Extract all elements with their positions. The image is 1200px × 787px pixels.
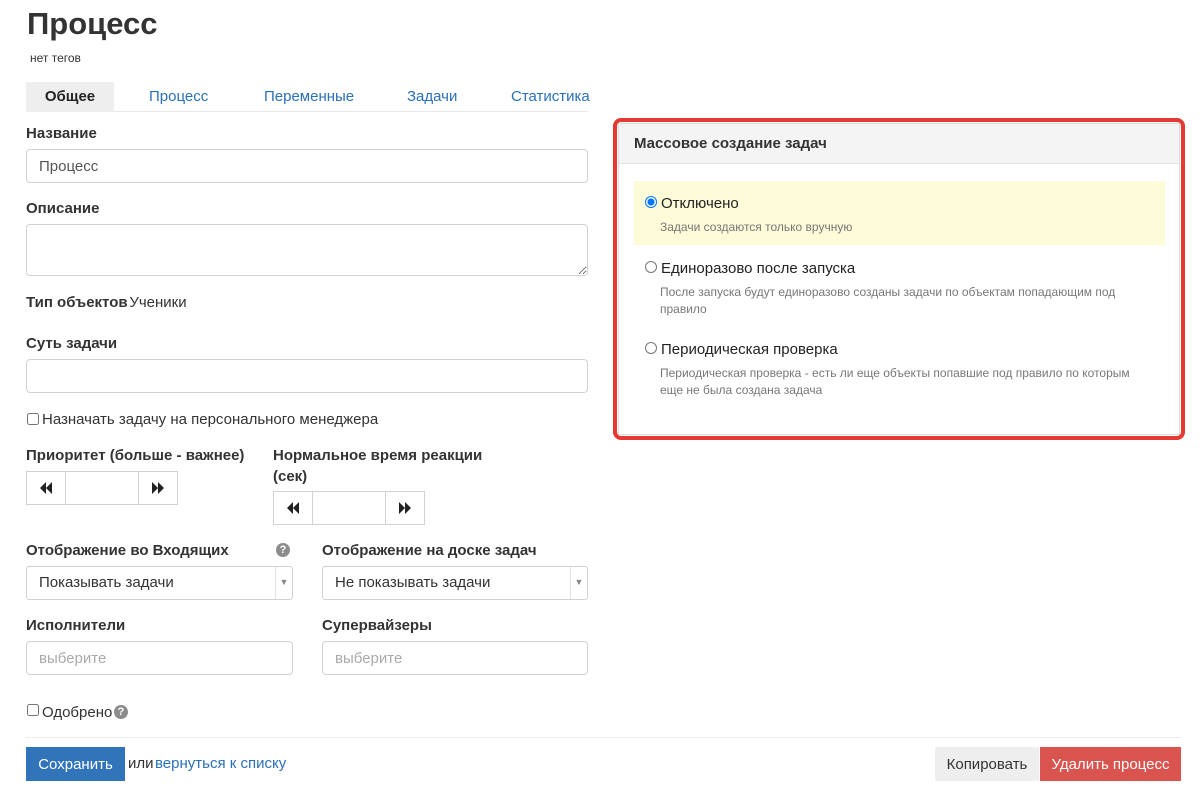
reaction-time-value[interactable] bbox=[312, 492, 386, 524]
tags-text: нет тегов bbox=[30, 51, 81, 65]
inbox-display-select[interactable]: Показывать задачи ▼ bbox=[26, 566, 293, 600]
save-button[interactable]: Сохранить bbox=[26, 747, 125, 781]
priority-decrease-button[interactable] bbox=[27, 472, 65, 504]
back-to-list-link[interactable]: вернуться к списку bbox=[155, 755, 286, 772]
tab-statistics[interactable]: Статистика bbox=[511, 82, 590, 112]
reaction-time-unit-label: (сек) bbox=[273, 468, 308, 485]
delete-process-button[interactable]: Удалить процесс bbox=[1040, 747, 1181, 781]
fast-forward-icon bbox=[152, 482, 164, 494]
help-icon[interactable]: ? bbox=[276, 543, 290, 557]
board-display-select[interactable]: Не показывать задачи ▼ bbox=[322, 566, 588, 600]
executors-input[interactable] bbox=[26, 641, 293, 675]
tab-tasks[interactable]: Задачи bbox=[407, 82, 457, 112]
reaction-time-label: Нормальное время реакции bbox=[273, 447, 483, 464]
caret-down-icon: ▼ bbox=[570, 567, 587, 599]
object-type-value: : Ученики bbox=[121, 294, 187, 311]
name-input[interactable] bbox=[26, 149, 588, 183]
inbox-display-label: Отображение во Входящих bbox=[26, 542, 229, 559]
priority-stepper[interactable] bbox=[26, 471, 178, 505]
priority-increase-button[interactable] bbox=[139, 472, 177, 504]
reaction-time-stepper[interactable] bbox=[273, 491, 425, 525]
approved-label: Одобрено bbox=[42, 704, 113, 721]
copy-button[interactable]: Копировать bbox=[935, 747, 1039, 781]
tab-process[interactable]: Процесс bbox=[149, 82, 208, 112]
name-label: Название bbox=[26, 125, 97, 142]
divider bbox=[26, 737, 1181, 738]
description-label: Описание bbox=[26, 200, 100, 217]
rewind-icon bbox=[287, 502, 299, 514]
executors-label: Исполнители bbox=[26, 617, 126, 634]
task-essence-input[interactable] bbox=[26, 359, 588, 393]
tab-general[interactable]: Общее bbox=[26, 82, 114, 112]
page-title: Процесс bbox=[27, 6, 158, 41]
or-text: или bbox=[128, 755, 154, 772]
supervisors-label: Супервайзеры bbox=[322, 617, 432, 634]
assign-manager-label: Назначать задачу на персонального менедж… bbox=[42, 411, 379, 428]
fast-forward-icon bbox=[399, 502, 411, 514]
board-display-value: Не показывать задачи bbox=[335, 574, 491, 591]
priority-value[interactable] bbox=[65, 472, 139, 504]
reaction-time-increase-button[interactable] bbox=[386, 492, 424, 524]
approved-checkbox[interactable] bbox=[27, 704, 39, 716]
caret-down-icon: ▼ bbox=[275, 567, 292, 599]
tab-variables[interactable]: Переменные bbox=[264, 82, 354, 112]
board-display-label: Отображение на доске задач bbox=[322, 542, 537, 559]
reaction-time-decrease-button[interactable] bbox=[274, 492, 312, 524]
tab-bar: Общее Процесс Переменные Задачи Статисти… bbox=[26, 82, 590, 112]
task-essence-label: Суть задачи bbox=[26, 335, 118, 352]
inbox-display-value: Показывать задачи bbox=[39, 574, 174, 591]
description-textarea[interactable] bbox=[26, 224, 588, 276]
rewind-icon bbox=[40, 482, 52, 494]
help-icon[interactable]: ? bbox=[114, 705, 128, 719]
assign-manager-checkbox[interactable] bbox=[27, 413, 39, 425]
supervisors-input[interactable] bbox=[322, 641, 588, 675]
priority-label: Приоритет (больше - важнее) bbox=[26, 447, 245, 464]
highlight-box bbox=[613, 118, 1185, 440]
object-type-label: Тип объектов bbox=[26, 294, 128, 311]
